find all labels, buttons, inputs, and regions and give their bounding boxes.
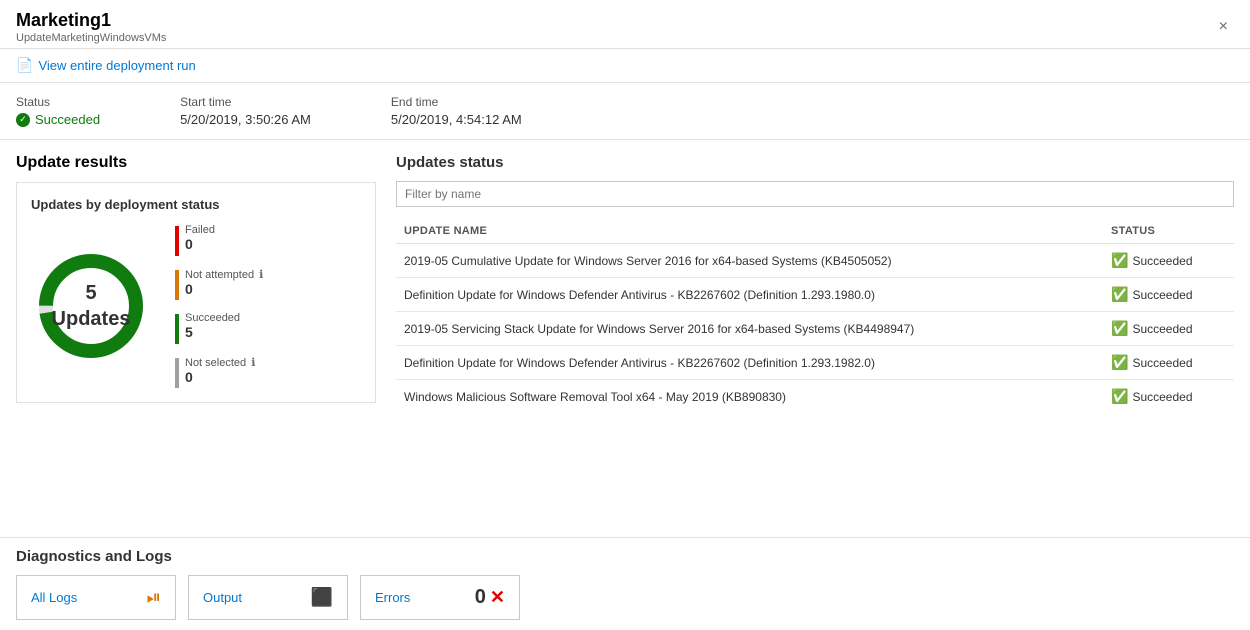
status-text: Succeeded — [1132, 322, 1192, 336]
status-bar: Status ✓ Succeeded Start time 5/20/2019,… — [0, 83, 1250, 140]
update-name-cell: 2019-05 Servicing Stack Update for Windo… — [396, 312, 1103, 346]
success-circle-icon: ✓ — [16, 113, 30, 127]
dialog-subtitle: UpdateMarketingWindowsVMs — [16, 32, 166, 44]
legend-failed-color — [175, 226, 179, 256]
legend-not-selected: Not selected ℹ 0 — [175, 356, 263, 388]
update-status-cell: ✅ Succeeded — [1103, 244, 1234, 278]
legend-not-selected-color — [175, 358, 179, 388]
table-row: Windows Malicious Software Removal Tool … — [396, 380, 1234, 414]
all-logs-card[interactable]: All Logs ⏯ — [16, 575, 176, 620]
not-selected-info-icon[interactable]: ℹ — [251, 357, 255, 369]
end-time-label: End time — [391, 95, 522, 109]
main-content: Update results Updates by deployment sta… — [0, 140, 1250, 537]
filter-input[interactable] — [396, 181, 1234, 207]
not-attempted-info-icon[interactable]: ℹ — [259, 269, 263, 281]
table-row: Definition Update for Windows Defender A… — [396, 346, 1234, 380]
diag-cards: All Logs ⏯ Output ⬛ Errors 0 ✕ — [16, 575, 1234, 620]
all-logs-label: All Logs — [31, 590, 77, 605]
update-name-cell: 2019-05 Cumulative Update for Windows Se… — [396, 244, 1103, 278]
donut-number: 5 — [52, 280, 131, 306]
table-row: 2019-05 Cumulative Update for Windows Se… — [396, 244, 1234, 278]
status-cell: ✅ Succeeded — [1111, 286, 1226, 303]
status-group: Status ✓ Succeeded — [16, 95, 100, 127]
update-results-title: Update results — [16, 154, 376, 172]
chart-title: Updates by deployment status — [31, 197, 361, 212]
view-link-bar: 📄 View entire deployment run — [0, 49, 1250, 83]
chart-box: Updates by deployment status 5 Updates — [16, 182, 376, 403]
diagnostics-section: Diagnostics and Logs All Logs ⏯ Output ⬛… — [0, 537, 1250, 630]
output-icon: ⬛ — [311, 587, 333, 608]
update-status-cell: ✅ Succeeded — [1103, 346, 1234, 380]
status-cell: ✅ Succeeded — [1111, 252, 1226, 269]
title-bar: Marketing1 UpdateMarketingWindowsVMs × — [0, 0, 1250, 49]
legend-not-attempted-color — [175, 270, 179, 300]
errors-label: Errors — [375, 590, 410, 605]
errors-x-icon: ✕ — [490, 587, 505, 608]
legend-not-attempted: Not attempted ℹ 0 — [175, 268, 263, 300]
table-row: Definition Update for Windows Defender A… — [396, 278, 1234, 312]
document-icon: 📄 — [16, 57, 33, 74]
legend-succeeded: Succeeded 5 — [175, 312, 263, 344]
updates-table: UPDATE NAME STATUS 2019-05 Cumulative Up… — [396, 219, 1234, 413]
close-button[interactable]: × — [1213, 16, 1234, 38]
update-status-cell: ✅ Succeeded — [1103, 278, 1234, 312]
end-time-group: End time 5/20/2019, 4:54:12 AM — [391, 95, 522, 127]
legend-succeeded-color — [175, 314, 179, 344]
chart-legend: Failed 0 Not attempted ℹ 0 — [175, 224, 263, 388]
end-time-value: 5/20/2019, 4:54:12 AM — [391, 112, 522, 127]
right-panel: Updates status UPDATE NAME STATUS 2019-0… — [396, 154, 1234, 523]
output-card[interactable]: Output ⬛ — [188, 575, 348, 620]
status-label: Status — [16, 95, 100, 109]
start-time-value: 5/20/2019, 3:50:26 AM — [180, 112, 311, 127]
legend-succeeded-text: Succeeded 5 — [185, 312, 240, 340]
dialog-title: Marketing1 — [16, 10, 166, 31]
status-text: Succeeded — [1132, 356, 1192, 370]
success-check-icon: ✅ — [1111, 286, 1128, 303]
all-logs-icon: ⏯ — [147, 587, 161, 608]
status-cell: ✅ Succeeded — [1111, 388, 1226, 405]
success-check-icon: ✅ — [1111, 252, 1128, 269]
status-text: Succeeded — [1132, 288, 1192, 302]
success-check-icon: ✅ — [1111, 388, 1128, 405]
col-update-name: UPDATE NAME — [396, 219, 1103, 244]
title-section: Marketing1 UpdateMarketingWindowsVMs — [16, 10, 166, 44]
legend-failed: Failed 0 — [175, 224, 263, 256]
col-status: STATUS — [1103, 219, 1234, 244]
status-cell: ✅ Succeeded — [1111, 320, 1226, 337]
table-row: 2019-05 Servicing Stack Update for Windo… — [396, 312, 1234, 346]
updates-status-title: Updates status — [396, 154, 1234, 171]
output-label: Output — [203, 590, 242, 605]
chart-container: 5 Updates Failed 0 — [31, 224, 361, 388]
legend-not-attempted-text: Not attempted ℹ 0 — [185, 268, 263, 297]
update-status-cell: ✅ Succeeded — [1103, 380, 1234, 414]
status-text: Succeeded — [1132, 390, 1192, 404]
donut-chart: 5 Updates — [31, 246, 151, 366]
update-name-cell: Definition Update for Windows Defender A… — [396, 346, 1103, 380]
status-value: ✓ Succeeded — [16, 112, 100, 127]
errors-card[interactable]: Errors 0 ✕ — [360, 575, 520, 620]
update-status-cell: ✅ Succeeded — [1103, 312, 1234, 346]
start-time-group: Start time 5/20/2019, 3:50:26 AM — [180, 95, 311, 127]
errors-count-container: 0 ✕ — [475, 586, 505, 609]
donut-text: Updates — [52, 306, 131, 332]
legend-not-selected-text: Not selected ℹ 0 — [185, 356, 255, 385]
success-check-icon: ✅ — [1111, 320, 1128, 337]
status-text: Succeeded — [1132, 254, 1192, 268]
success-check-icon: ✅ — [1111, 354, 1128, 371]
donut-center: 5 Updates — [52, 280, 131, 332]
left-panel: Update results Updates by deployment sta… — [16, 154, 376, 523]
table-header-row: UPDATE NAME STATUS — [396, 219, 1234, 244]
status-cell: ✅ Succeeded — [1111, 354, 1226, 371]
errors-count: 0 — [475, 586, 486, 609]
legend-failed-text: Failed 0 — [185, 224, 215, 252]
view-deployment-link[interactable]: 📄 View entire deployment run — [16, 57, 196, 74]
start-time-label: Start time — [180, 95, 311, 109]
update-name-cell: Definition Update for Windows Defender A… — [396, 278, 1103, 312]
update-name-cell: Windows Malicious Software Removal Tool … — [396, 380, 1103, 414]
status-text: Succeeded — [35, 112, 100, 127]
